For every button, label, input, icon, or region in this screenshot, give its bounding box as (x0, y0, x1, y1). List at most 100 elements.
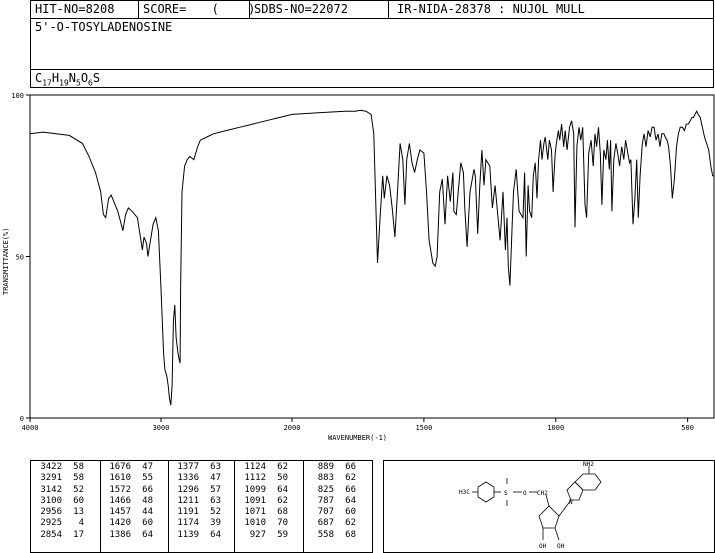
structure-label-ch3: H3C (459, 489, 470, 496)
peak-wavenumber: 1336 (177, 473, 199, 484)
peak-wavenumber: 1572 (109, 484, 131, 495)
peak-transmittance: 47 (210, 473, 221, 484)
peak-row: 1174 39 (169, 518, 221, 529)
peak-row: 1377 63 (169, 462, 221, 473)
peak-transmittance: 64 (142, 529, 153, 540)
peak-wavenumber: 1420 (109, 518, 131, 529)
peak-wavenumber: 687 (317, 518, 334, 529)
peak-row: 1572 66 (101, 485, 153, 496)
y-tick-label: 100 (11, 92, 24, 100)
peak-wavenumber: 707 (317, 507, 334, 518)
peak-wavenumber: 1112 (244, 473, 266, 484)
x-tick-label: 500 (681, 424, 694, 432)
peak-wavenumber: 1377 (177, 462, 199, 472)
y-axis: 0 50 100 (11, 92, 30, 423)
peak-wavenumber: 1676 (109, 462, 131, 472)
peak-row: 2956 13 (32, 507, 84, 518)
peak-row: 1112 50 (236, 473, 288, 484)
peak-wavenumber: 1139 (177, 529, 199, 540)
peak-column: 1124 62 1112 50 1099 64 1091 62 1071 68 1010 70 927 5… (236, 462, 288, 541)
peak-row: 1676 47 (101, 462, 153, 473)
peak-column: 1676 47 1610 55 1572 66 1466 48 1457 44 1420 60 1386… (101, 462, 153, 541)
peak-row: 687 62 (304, 518, 356, 529)
peak-transmittance: 57 (210, 484, 221, 495)
peak-transmittance: 68 (345, 529, 356, 540)
peak-wavenumber: 1174 (177, 518, 199, 529)
peak-transmittance: 60 (345, 507, 356, 518)
peak-row: 3100 60 (32, 496, 84, 507)
molecular-structure: H3C S O CH2 OH OH NH2 N (459, 461, 602, 550)
peak-row: 3142 52 (32, 485, 84, 496)
peak-row: 927 59 (236, 530, 288, 541)
peak-wavenumber: 2956 (40, 507, 62, 518)
peak-transmittance: 44 (142, 507, 153, 518)
peak-transmittance: 64 (277, 484, 288, 495)
peak-transmittance: 60 (73, 495, 84, 506)
spectrum-line (29, 109, 714, 406)
structure-label-o-ester: O (523, 490, 527, 497)
peak-transmittance: 4 (78, 518, 84, 529)
peak-wavenumber: 883 (317, 473, 334, 484)
peak-row: 1139 64 (169, 530, 221, 541)
x-tick-label: 1500 (415, 424, 432, 432)
peak-row: 883 62 (304, 473, 356, 484)
peak-transmittance: 55 (142, 473, 153, 484)
peak-row: 1099 64 (236, 485, 288, 496)
peak-wavenumber: 3291 (40, 473, 62, 484)
peak-transmittance: 63 (210, 462, 221, 472)
peak-transmittance: 50 (277, 473, 288, 484)
peak-column: 3422 58 3291 58 3142 52 3100 60 2956 13 2925 4 2854 1… (32, 462, 84, 541)
plot-frame (29, 94, 715, 419)
y-tick-label: 50 (16, 254, 24, 262)
peak-row: 1191 52 (169, 507, 221, 518)
peak-transmittance: 62 (345, 518, 356, 529)
peak-transmittance: 13 (73, 507, 84, 518)
peak-transmittance: 60 (142, 518, 153, 529)
peak-transmittance: 58 (73, 473, 84, 484)
structure-label-oh-2: OH (557, 543, 565, 550)
peak-wavenumber: 1296 (177, 484, 199, 495)
peak-transmittance: 39 (210, 518, 221, 529)
peak-transmittance: 17 (73, 529, 84, 540)
peak-wavenumber: 1211 (177, 495, 199, 506)
peak-transmittance: 66 (345, 462, 356, 472)
peak-col-divider-3 (234, 460, 235, 553)
peak-row: 558 68 (304, 530, 356, 541)
x-axis-label: WAVENUMBER(-1) (328, 434, 387, 442)
peak-transmittance: 47 (142, 462, 153, 472)
peak-row: 1420 60 (101, 518, 153, 529)
peak-wavenumber: 1466 (109, 495, 131, 506)
peak-transmittance: 62 (345, 473, 356, 484)
peak-wavenumber: 1191 (177, 507, 199, 518)
peak-row: 3291 58 (32, 473, 84, 484)
peak-wavenumber: 2925 (40, 518, 62, 529)
peak-wavenumber: 3422 (40, 462, 62, 472)
peak-transmittance: 70 (277, 518, 288, 529)
peak-wavenumber: 1610 (109, 473, 131, 484)
structure-label-n: N (569, 499, 573, 506)
peak-wavenumber: 1124 (244, 462, 266, 472)
peak-wavenumber: 1457 (109, 507, 131, 518)
peak-wavenumber: 889 (317, 462, 334, 472)
peak-wavenumber: 1386 (109, 529, 131, 540)
peak-transmittance: 64 (210, 529, 221, 540)
peak-wavenumber: 558 (317, 529, 334, 540)
structure-label-nh2: NH2 (583, 461, 594, 468)
peak-row: 1386 64 (101, 530, 153, 541)
structure-label-ch2: CH2 (537, 490, 548, 497)
peak-wavenumber: 1010 (244, 518, 266, 529)
peak-row: 1336 47 (169, 473, 221, 484)
peak-row: 1124 62 (236, 462, 288, 473)
peak-transmittance: 63 (210, 495, 221, 506)
peak-transmittance: 62 (277, 495, 288, 506)
peak-column: 1377 63 1336 47 1296 57 1211 63 1191 52 1174 39 1139… (169, 462, 221, 541)
peak-wavenumber: 1099 (244, 484, 266, 495)
peak-transmittance: 68 (277, 507, 288, 518)
peak-column: 889 66 883 62 825 66 787 64 707 60 687 62 558 68 (304, 462, 356, 541)
peak-row: 1211 63 (169, 496, 221, 507)
peak-row: 825 66 (304, 485, 356, 496)
peak-transmittance: 66 (345, 484, 356, 495)
peak-row: 1466 48 (101, 496, 153, 507)
x-tick-label: 2000 (284, 424, 301, 432)
peak-transmittance: 64 (345, 495, 356, 506)
